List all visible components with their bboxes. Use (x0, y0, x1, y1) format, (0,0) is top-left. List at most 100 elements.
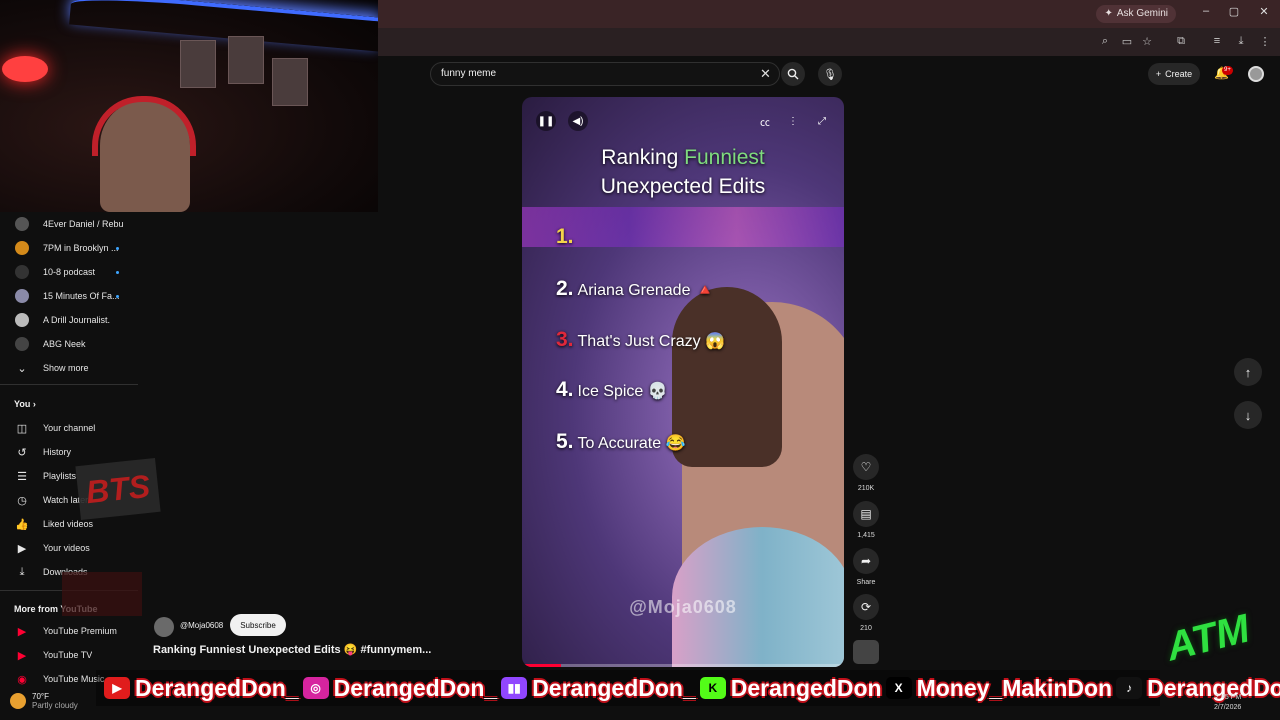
voice-search-button[interactable]: 🎙 (818, 62, 842, 86)
cast-icon[interactable]: ▭ (1120, 35, 1134, 48)
headset (92, 96, 196, 156)
share-icon: ➦ (860, 554, 872, 568)
led-light-strip (69, 0, 378, 52)
instagram-icon: ◎ (302, 677, 329, 699)
nav-label: Your channel (43, 423, 96, 433)
like-count: 210K (857, 485, 875, 492)
fullscreen-button[interactable]: ⤢ (812, 111, 832, 131)
remix-count: 210 (860, 625, 872, 632)
youtube-music-icon: ◉ (17, 673, 27, 686)
remix-button[interactable]: ⟳ (853, 594, 879, 620)
new-content-dot (116, 294, 119, 298)
sidebar-item-history[interactable]: ↺ History (0, 440, 138, 464)
social-handle: DerangedDon_ (135, 674, 299, 701)
youtube-premium-icon: ▶ (17, 625, 27, 638)
you-section-title[interactable]: You › (14, 399, 36, 409)
nav-label: YouTube Premium (43, 626, 117, 636)
social-handle: DerangedDon_ (532, 674, 696, 701)
nav-label: Playlists (43, 471, 77, 481)
volume-button[interactable]: ◀) (568, 111, 588, 131)
sidebar-subscription[interactable]: A Drill Journalist. (0, 308, 138, 332)
remix-icon: ⟳ (860, 600, 872, 614)
video-title[interactable]: Ranking Funniest Unexpected Edits 😝 #fun… (153, 643, 431, 656)
channel-avatar (15, 289, 29, 303)
more-options-button[interactable]: ⋮ (783, 111, 803, 131)
subscription-label: 4Ever Daniel / Rebu... (43, 219, 123, 229)
video-progress-bar[interactable] (522, 664, 844, 667)
webcam-overlay (0, 0, 378, 212)
stream-logo-overlay (62, 572, 142, 616)
extensions-icon[interactable]: ⧉ (1174, 35, 1188, 48)
twitch-icon: ▮▮ (501, 677, 528, 699)
search-input[interactable]: funny meme (441, 68, 496, 79)
zoom-icon[interactable]: ⌕ (1098, 35, 1112, 48)
chevron-right-icon: › (32, 399, 36, 409)
subscription-label: 10-8 podcast (43, 267, 96, 277)
arrow-down-icon: ↓ (1244, 407, 1252, 423)
rank-number: 1. (556, 225, 574, 248)
sound-thumbnail[interactable] (853, 640, 879, 664)
shorts-video-player[interactable]: ❚❚ ◀) ㏄ ⋮ ⤢ Ranking Funniest Unexpected … (522, 97, 844, 667)
sidebar-subscription[interactable]: ABG Neek (0, 332, 138, 356)
you-title-label: You (14, 399, 31, 409)
channel-avatar (15, 313, 29, 327)
search-box[interactable]: funny meme (430, 62, 780, 86)
video-overlay-title: Ranking Funniest Unexpected Edits (522, 143, 844, 201)
rank-number: 2. (556, 277, 574, 300)
channel-handle[interactable]: @Moja0608 (180, 621, 223, 630)
channel-avatar (15, 337, 29, 351)
rank-item: 5. To Accurate 😂 (556, 430, 686, 454)
rank-text: That's Just Crazy (577, 333, 701, 350)
close-window-button[interactable]: ✕ (1256, 5, 1272, 18)
share-button[interactable]: ➦ (853, 548, 879, 574)
channel-avatar[interactable] (154, 617, 174, 637)
bookmark-star-icon[interactable]: ☆ (1140, 35, 1154, 48)
sidebar-subscription[interactable]: 7PM in Brooklyn ... (0, 236, 138, 260)
comment-icon: ▤ (860, 507, 872, 521)
social-twitch: ▮▮ DerangedDon_ (501, 675, 696, 702)
sidebar-item-your-videos[interactable]: ▶ Your videos (0, 536, 138, 560)
bts-logo-overlay: BTS (75, 457, 161, 521)
sidebar-subscription[interactable]: 10-8 podcast (0, 260, 138, 284)
ask-gemini-button[interactable]: ✦ Ask Gemini (1096, 5, 1176, 23)
previous-short-button[interactable]: ↑ (1234, 358, 1262, 386)
account-avatar[interactable] (1248, 66, 1264, 82)
minimize-button[interactable]: – (1198, 5, 1214, 17)
x-icon: X (885, 677, 912, 699)
show-more-button[interactable]: ⌄ Show more (0, 356, 138, 380)
comments-button[interactable]: ▤ (853, 501, 879, 527)
channel-avatar (15, 265, 29, 279)
captions-button[interactable]: ㏄ (755, 111, 775, 131)
taskbar-clock[interactable]: 2:45 PM 2/7/2026 (1214, 693, 1241, 713)
like-button[interactable]: ♡ (853, 454, 879, 480)
nav-label: YouTube TV (43, 650, 93, 660)
clear-search-icon[interactable]: ✕ (760, 66, 771, 82)
ask-gemini-label: Ask Gemini (1116, 8, 1168, 19)
next-short-button[interactable]: ↓ (1234, 401, 1262, 429)
create-button[interactable]: + Create (1148, 63, 1200, 85)
weather-temp: 70°F (32, 692, 49, 701)
subscription-label: A Drill Journalist. (43, 315, 111, 325)
sidebar-item-your-channel[interactable]: ◫ Your channel (0, 416, 138, 440)
search-button[interactable] (781, 62, 805, 86)
maximize-button[interactable]: ▢ (1226, 5, 1242, 18)
sidebar-item-youtube-premium[interactable]: ▶ YouTube Premium (0, 619, 138, 643)
browser-menu-icon[interactable]: ⋮ (1258, 35, 1272, 48)
sidebar-subscription[interactable]: 15 Minutes Of Fa... (0, 284, 138, 308)
partly-cloudy-icon (10, 693, 26, 709)
title-text: Ranking (601, 146, 685, 169)
subscription-label: ABG Neek (43, 339, 86, 349)
social-x: X Money_MakinDon (885, 675, 1112, 702)
subscribe-button[interactable]: Subscribe (230, 614, 286, 636)
taskbar-weather[interactable]: 70°F Partly cloudy (10, 692, 78, 710)
media-control-icon[interactable]: ≡ (1210, 35, 1224, 47)
clock-time: 2:45 PM (1215, 694, 1242, 701)
download-icon[interactable]: ⤓ (1234, 35, 1248, 48)
gemini-icon: ✦ (1104, 8, 1113, 19)
sidebar-item-youtube-tv[interactable]: ▶ YouTube TV (0, 643, 138, 667)
rank-number: 3. (556, 328, 574, 351)
pause-button[interactable]: ❚❚ (536, 111, 556, 131)
progress-fill (522, 664, 561, 667)
weather-desc: Partly cloudy (32, 701, 78, 710)
sidebar-subscription[interactable]: 4Ever Daniel / Rebu... (0, 212, 138, 236)
